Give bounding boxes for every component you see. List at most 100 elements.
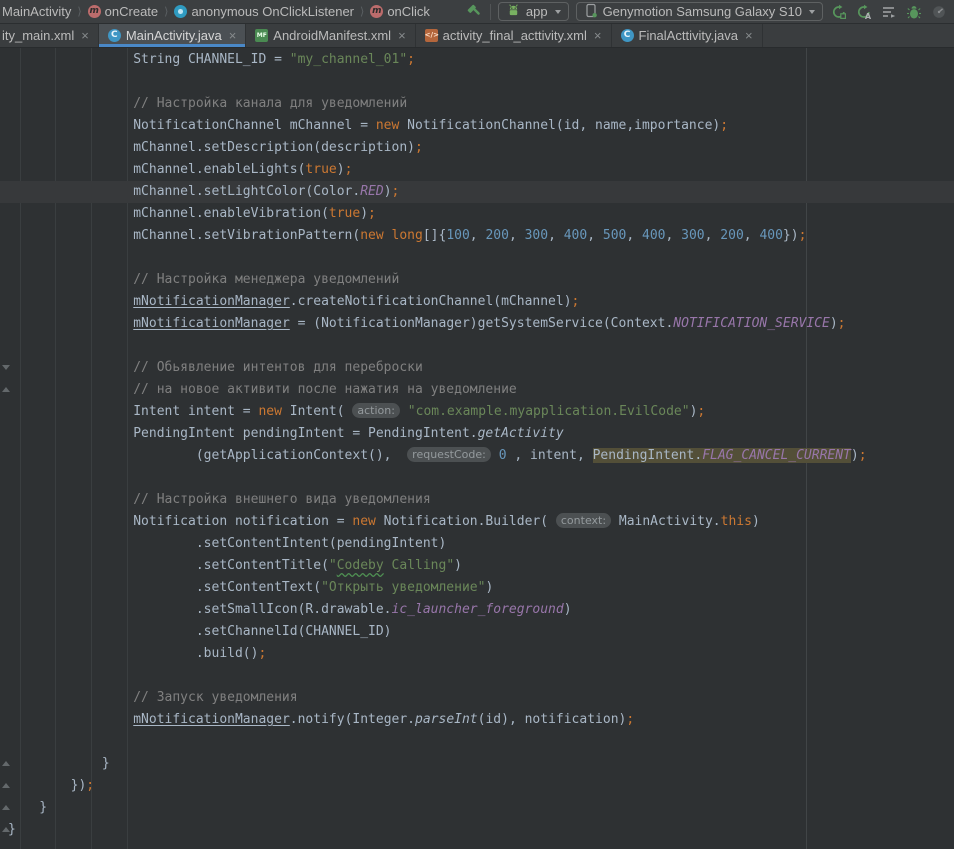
code-line[interactable]: // Обьявление интентов для переброски: [0, 357, 954, 379]
editor-tab[interactable]: C MainActivity.java ×: [99, 24, 246, 47]
code-line[interactable]: (getApplicationContext(), requestCode: 0…: [0, 445, 954, 467]
fold-marker-icon[interactable]: [2, 783, 10, 788]
code-line[interactable]: // Запуск уведомления: [0, 687, 954, 709]
run-toolbar: app Genymotion Samsung Galaxy S10: [465, 2, 948, 21]
code-line[interactable]: String CHANNEL_ID = "my_channel_01";: [0, 49, 954, 71]
tab-close-icon[interactable]: ×: [594, 29, 602, 42]
code-line[interactable]: [0, 467, 954, 489]
code-line[interactable]: }: [0, 797, 954, 819]
code-line[interactable]: // Настройка внешнего вида уведомления: [0, 489, 954, 511]
run-config-label: app: [526, 4, 548, 19]
tab-close-icon[interactable]: ×: [398, 29, 406, 42]
chevron-down-icon: [809, 10, 815, 14]
code-line[interactable]: .setContentIntent(pendingIntent): [0, 533, 954, 555]
breadcrumb-label: onCreate: [105, 4, 158, 19]
code-line[interactable]: NotificationChannel mChannel = new Notif…: [0, 115, 954, 137]
code-line[interactable]: }: [0, 819, 954, 841]
tab-label: AndroidManifest.xml: [273, 28, 391, 43]
tab-label: activity_final_acttivity.xml: [443, 28, 587, 43]
code-line[interactable]: PendingIntent pendingIntent = PendingInt…: [0, 423, 954, 445]
tab-close-icon[interactable]: ×: [81, 29, 89, 42]
editor-tab[interactable]: C FinalActtivity.java ×: [612, 24, 763, 47]
android-icon: [506, 3, 521, 20]
breadcrumb-label: anonymous OnClickListener: [191, 4, 354, 19]
code-line[interactable]: mChannel.setLightColor(Color.RED);: [0, 181, 954, 203]
tab-label: MainActivity.java: [126, 28, 222, 43]
breadcrumb-separator-icon: ⟩: [163, 5, 169, 18]
fold-marker-icon[interactable]: [2, 387, 10, 392]
code-line[interactable]: .setContentTitle("Codeby Calling"): [0, 555, 954, 577]
manifest-file-icon: MF: [255, 29, 268, 42]
breadcrumb-separator-icon: ⟩: [76, 5, 82, 18]
breadcrumb-item[interactable]: anonymous OnClickListener: [174, 4, 354, 19]
breadcrumb: MainActivity ⟩ m onCreate ⟩ anonymous OnClick…: [2, 4, 430, 19]
parameter-hint: action:: [352, 403, 400, 418]
code-line[interactable]: [0, 247, 954, 269]
fold-marker-icon[interactable]: [2, 365, 10, 370]
code-line[interactable]: [0, 731, 954, 753]
rerun-icon[interactable]: [830, 3, 848, 21]
code-editor[interactable]: String CHANNEL_ID = "my_channel_01"; // …: [0, 48, 954, 849]
parameter-hint: requestCode:: [407, 447, 491, 462]
code-line[interactable]: [0, 335, 954, 357]
xml-file-icon: </>: [425, 29, 438, 42]
breadcrumb-label: MainActivity: [2, 4, 71, 19]
svg-text:A: A: [865, 12, 872, 20]
main-toolbar: MainActivity ⟩ m onCreate ⟩ anonymous OnClick…: [0, 0, 954, 24]
breadcrumb-item[interactable]: m onClick: [370, 4, 430, 19]
editor-tabs: ity_main.xml × C MainActivity.java × MF Androi…: [0, 24, 954, 48]
code-line[interactable]: [0, 71, 954, 93]
breadcrumb-label: onClick: [387, 4, 430, 19]
code-line[interactable]: .setSmallIcon(R.drawable.ic_launcher_for…: [0, 599, 954, 621]
apply-code-changes-icon[interactable]: A: [855, 3, 873, 21]
code-line[interactable]: mChannel.enableVibration(true);: [0, 203, 954, 225]
run-config-select[interactable]: app: [498, 2, 569, 21]
code-line[interactable]: });: [0, 775, 954, 797]
profiler-icon[interactable]: [930, 3, 948, 21]
breadcrumb-item[interactable]: MainActivity: [2, 4, 71, 19]
breadcrumb-item[interactable]: m onCreate: [88, 4, 158, 19]
code-line[interactable]: mNotificationManager.createNotificationC…: [0, 291, 954, 313]
editor-tab[interactable]: </> activity_final_acttivity.xml ×: [416, 24, 612, 47]
anonymous-class-icon: [174, 5, 187, 18]
code-line[interactable]: mChannel.enableLights(true);: [0, 159, 954, 181]
toolbar-divider: [490, 4, 491, 20]
editor-tab[interactable]: ity_main.xml ×: [0, 24, 99, 47]
code-area[interactable]: String CHANNEL_ID = "my_channel_01"; // …: [0, 49, 954, 841]
tab-close-icon[interactable]: ×: [229, 29, 237, 42]
method-icon: m: [370, 5, 383, 18]
parameter-hint: context:: [556, 513, 611, 528]
code-line[interactable]: // на новое активити после нажатия на ув…: [0, 379, 954, 401]
code-line[interactable]: mChannel.setDescription(description);: [0, 137, 954, 159]
code-line[interactable]: .setChannelId(CHANNEL_ID): [0, 621, 954, 643]
tab-label: ity_main.xml: [2, 28, 74, 43]
code-line[interactable]: mNotificationManager = (NotificationMana…: [0, 313, 954, 335]
code-line[interactable]: .build();: [0, 643, 954, 665]
debug-icon[interactable]: [905, 3, 923, 21]
class-file-icon: C: [621, 29, 634, 42]
build-hammer-icon[interactable]: [465, 3, 483, 21]
code-line[interactable]: .setContentText("Открыть уведомление"): [0, 577, 954, 599]
code-line[interactable]: Notification notification = new Notifica…: [0, 511, 954, 533]
device-select[interactable]: Genymotion Samsung Galaxy S10: [576, 2, 823, 21]
fold-marker-icon[interactable]: [2, 761, 10, 766]
method-icon: m: [88, 5, 101, 18]
code-line[interactable]: mNotificationManager.notify(Integer.pars…: [0, 709, 954, 731]
code-line[interactable]: Intent intent = new Intent( action: "com…: [0, 401, 954, 423]
chevron-down-icon: [555, 10, 561, 14]
tab-close-icon[interactable]: ×: [745, 29, 753, 42]
fold-marker-icon[interactable]: [2, 827, 10, 832]
code-line[interactable]: // Настройка канала для уведомлений: [0, 93, 954, 115]
code-line[interactable]: mChannel.setVibrationPattern(new long[]{…: [0, 225, 954, 247]
editor-tab[interactable]: MF AndroidManifest.xml ×: [246, 24, 415, 47]
fold-marker-icon[interactable]: [2, 805, 10, 810]
class-file-icon: C: [108, 29, 121, 42]
run-configurations-icon[interactable]: [880, 3, 898, 21]
code-line[interactable]: [0, 665, 954, 687]
code-line[interactable]: }: [0, 753, 954, 775]
breadcrumb-separator-icon: ⟩: [359, 5, 365, 18]
device-phone-icon: [584, 3, 598, 21]
code-line[interactable]: // Настройка менеджера уведомлений: [0, 269, 954, 291]
tab-label: FinalActtivity.java: [639, 28, 738, 43]
device-label: Genymotion Samsung Galaxy S10: [603, 4, 802, 19]
